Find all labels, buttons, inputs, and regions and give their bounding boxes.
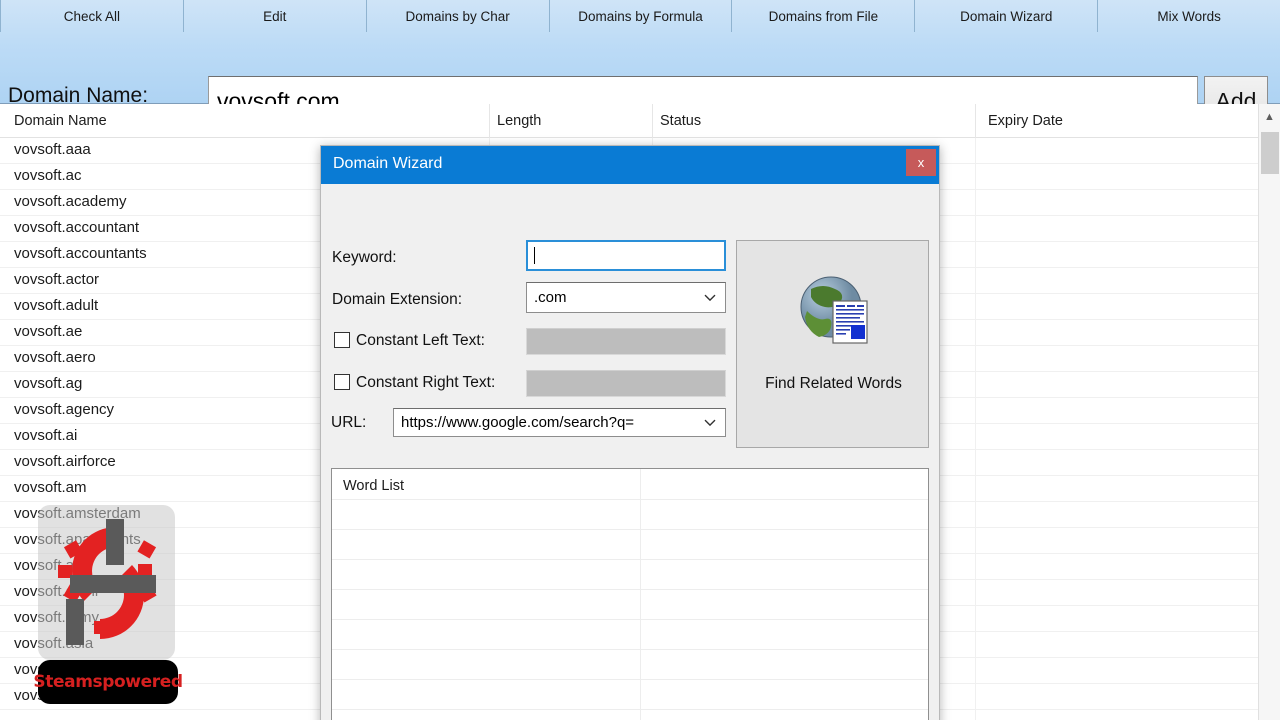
tab-check-all[interactable]: Check All [0,0,184,32]
word-list-row-divider [332,679,928,680]
tab-domain-wizard[interactable]: Domain Wizard [915,0,1099,32]
watermark-label: Steamspowered [33,672,183,692]
chevron-down-icon [704,294,716,301]
domain-name-cell: vovsoft.ac [14,167,82,184]
column-divider [652,104,653,138]
word-list-row-divider [332,619,928,620]
constant-right-text-input[interactable] [526,370,726,397]
column-header-length[interactable]: Length [497,113,541,129]
domain-name-cell: vovsoft.ae [14,323,83,340]
url-value: https://www.google.com/search?q= [401,414,635,431]
domain-name-cell: vovsoft.accountants [14,245,147,262]
domain-name-cell: vovsoft.aero [14,349,96,366]
domain-name-cell: vovsoft.airforce [14,453,116,470]
find-related-words-button[interactable]: Find Related Words [736,240,929,448]
domain-name-cell: vovsoft.ag [14,375,83,392]
domain-wizard-dialog: Domain Wizard x Keyword: Domain Extensio… [320,145,940,720]
word-list-column-header[interactable]: Word List [343,478,404,494]
vertical-scrollbar[interactable]: ▲ [1258,104,1280,720]
domain-extension-value: .com [534,289,567,306]
column-header-domain-name[interactable]: Domain Name [14,113,107,129]
column-divider [489,104,490,138]
column-divider [975,104,976,138]
watermark-badge [38,505,175,660]
scrollbar-thumb[interactable] [1261,132,1279,174]
domain-name-cell: vovsoft.actor [14,271,100,288]
word-list-row-divider [332,529,928,530]
constant-left-text-checkbox[interactable] [334,332,350,348]
domain-extension-label: Domain Extension: [332,291,463,308]
chevron-down-icon [704,419,716,426]
tab-domains-by-formula[interactable]: Domains by Formula [550,0,733,32]
domain-name-cell: vovsoft.adult [14,297,99,314]
word-list-column-divider [640,469,641,720]
word-list-row-divider [332,589,928,590]
word-list-row-divider [332,649,928,650]
globe-document-icon [800,276,868,344]
constant-left-text-label: Constant Left Text: [356,332,485,349]
word-list-row-divider [332,709,928,710]
keyword-label: Keyword: [332,249,397,266]
tab-edit[interactable]: Edit [184,0,367,32]
domain-name-cell: vovsoft.agency [14,401,115,418]
find-related-words-label: Find Related Words [765,375,902,392]
toolbar-tabstrip: Check All Edit Domains by Char Domains b… [0,0,1280,32]
close-icon[interactable]: x [906,149,936,176]
tab-domains-by-char[interactable]: Domains by Char [367,0,550,32]
scroll-up-arrow-icon[interactable]: ▲ [1259,104,1280,130]
domain-name-cell: vovsoft.ai [14,427,78,444]
gear-logo-icon [58,519,157,645]
column-header-status[interactable]: Status [660,113,701,129]
url-label: URL: [331,414,367,431]
tab-domains-from-file[interactable]: Domains from File [732,0,916,32]
column-header-expiry-date[interactable]: Expiry Date [988,113,1063,129]
tab-mix-words[interactable]: Mix Words [1098,0,1280,32]
top-header: Check All Edit Domains by Char Domains b… [0,0,1280,127]
domain-list-header: Domain Name Length Status Expiry Date [0,104,1258,138]
text-caret [534,247,535,264]
domain-name-cell: vovsoft.am [14,479,87,496]
word-list-row-divider [332,559,928,560]
url-select[interactable]: https://www.google.com/search?q= [393,408,726,437]
dialog-body: Keyword: Domain Extension: .com Constant… [321,184,939,720]
constant-right-text-checkbox[interactable] [334,374,350,390]
dialog-title: Domain Wizard [333,155,443,172]
constant-right-text-label: Constant Right Text: [356,374,496,391]
domain-name-cell: vovsoft.academy [14,193,127,210]
dialog-titlebar[interactable]: Domain Wizard x [321,146,939,184]
watermark-label-pill: Steamspowered [33,660,183,704]
constant-left-text-input[interactable] [526,328,726,355]
keyword-input[interactable] [526,240,726,271]
word-list-row-divider [332,499,928,500]
domain-name-cell: vovsoft.accountant [14,219,140,236]
domain-entry-row: Domain Name: vovsoft.com Add [0,32,1280,127]
domain-name-cell: vovsoft.aaa [14,141,91,158]
application-window: Check All Edit Domains by Char Domains b… [0,0,1280,720]
word-list-grid[interactable]: Word List [331,468,929,720]
domain-extension-select[interactable]: .com [526,282,726,313]
